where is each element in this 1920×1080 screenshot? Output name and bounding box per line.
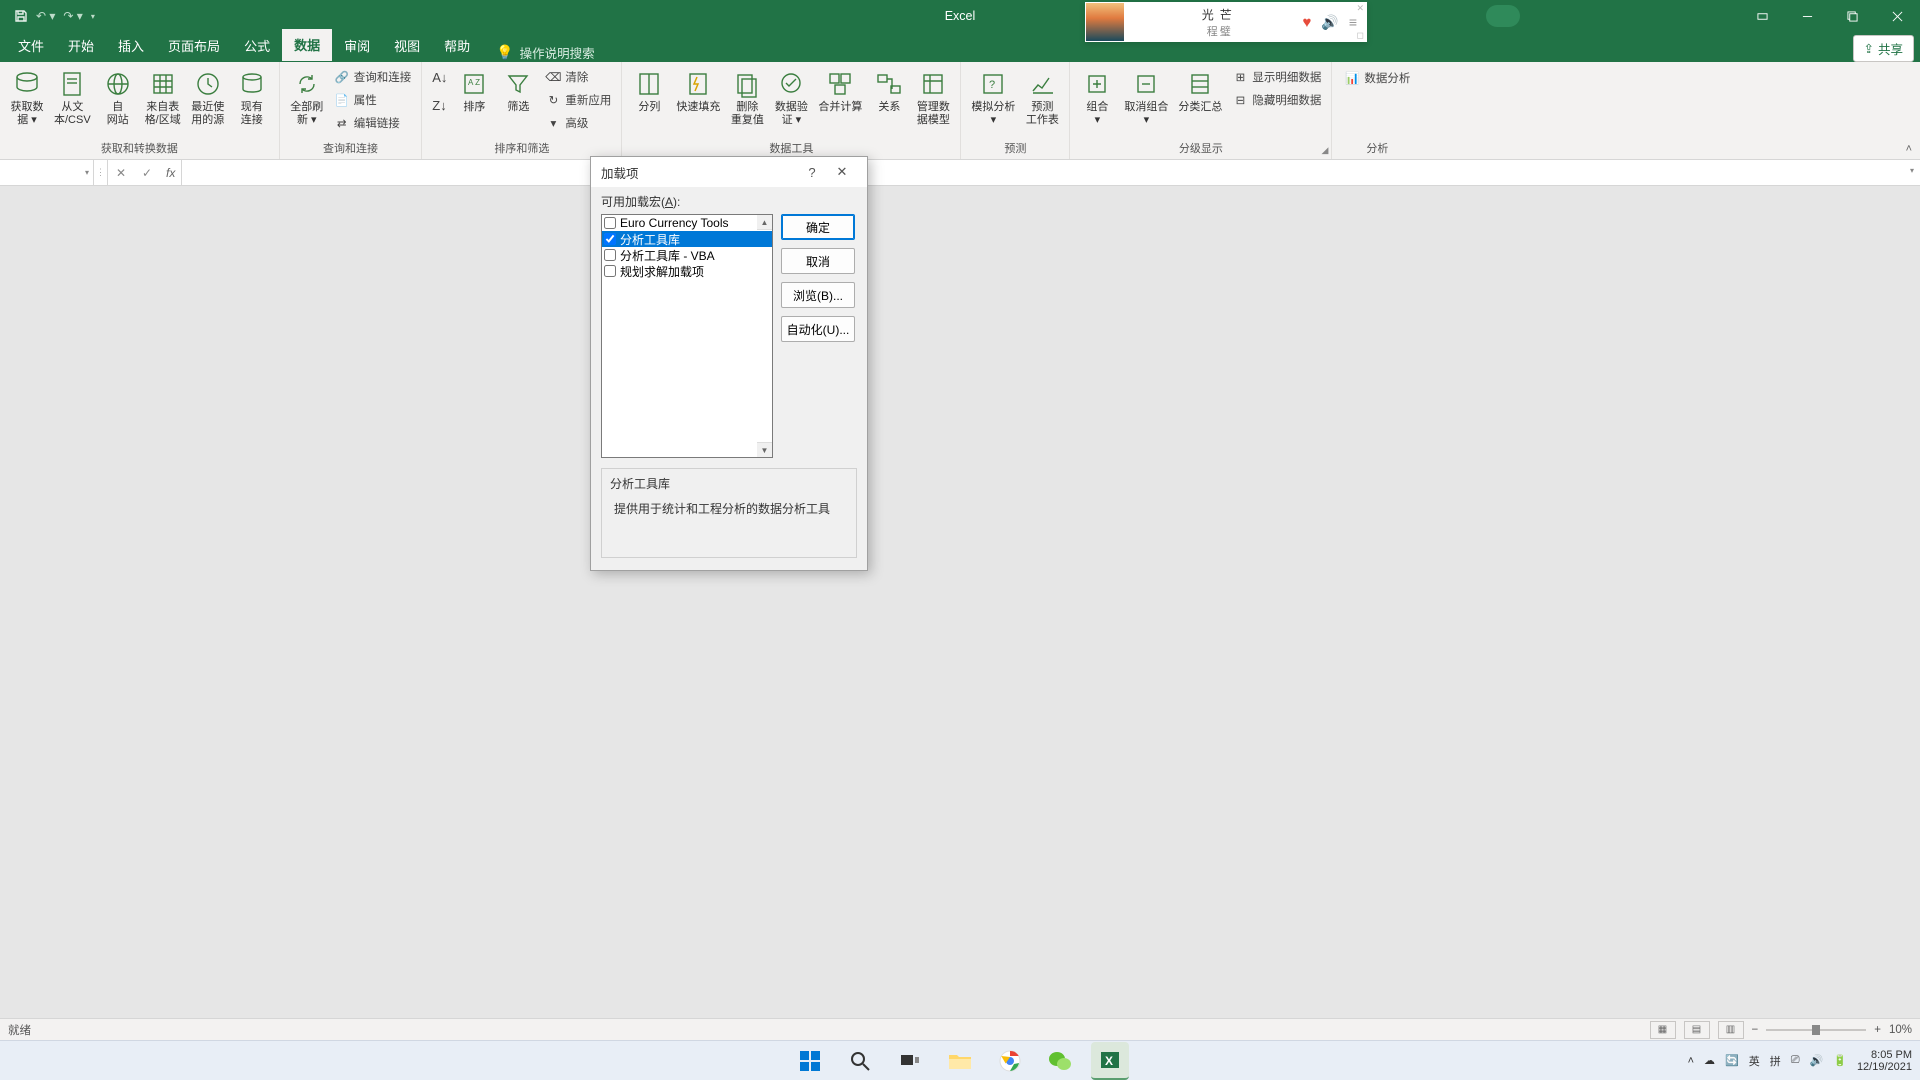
dialog-titlebar[interactable]: 加载项 ? ✕ bbox=[591, 157, 867, 187]
addins-dialog: 加载项 ? ✕ 可用加载宏(A): Euro Currency Tools 分析… bbox=[590, 156, 868, 571]
checkbox[interactable] bbox=[604, 265, 616, 277]
addins-listbox[interactable]: Euro Currency Tools 分析工具库 分析工具库 - VBA 规划… bbox=[601, 214, 773, 458]
close-icon[interactable]: ✕ bbox=[827, 164, 857, 180]
list-item[interactable]: 规划求解加载项 bbox=[602, 263, 772, 279]
checkbox[interactable] bbox=[604, 233, 616, 245]
checkbox[interactable] bbox=[604, 249, 616, 261]
cancel-button[interactable]: 取消 bbox=[781, 248, 855, 274]
modal-overlay: 加载项 ? ✕ 可用加载宏(A): Euro Currency Tools 分析… bbox=[0, 0, 1920, 1080]
browse-button[interactable]: 浏览(B)... bbox=[781, 282, 855, 308]
list-item[interactable]: Euro Currency Tools bbox=[602, 215, 772, 231]
addin-description: 分析工具库 提供用于统计和工程分析的数据分析工具 bbox=[601, 468, 857, 558]
scroll-up-icon[interactable]: ▲ bbox=[757, 215, 772, 230]
list-item[interactable]: 分析工具库 bbox=[602, 231, 772, 247]
list-item[interactable]: 分析工具库 - VBA bbox=[602, 247, 772, 263]
dialog-title-text: 加载项 bbox=[601, 163, 639, 182]
description-title: 分析工具库 bbox=[610, 475, 848, 492]
scroll-down-icon[interactable]: ▼ bbox=[757, 442, 772, 457]
checkbox[interactable] bbox=[604, 217, 616, 229]
description-body: 提供用于统计和工程分析的数据分析工具 bbox=[610, 500, 848, 517]
automation-button[interactable]: 自动化(U)... bbox=[781, 316, 855, 342]
available-addins-label: 可用加载宏(A): bbox=[601, 193, 857, 210]
ok-button[interactable]: 确定 bbox=[781, 214, 855, 240]
help-icon[interactable]: ? bbox=[797, 165, 827, 180]
